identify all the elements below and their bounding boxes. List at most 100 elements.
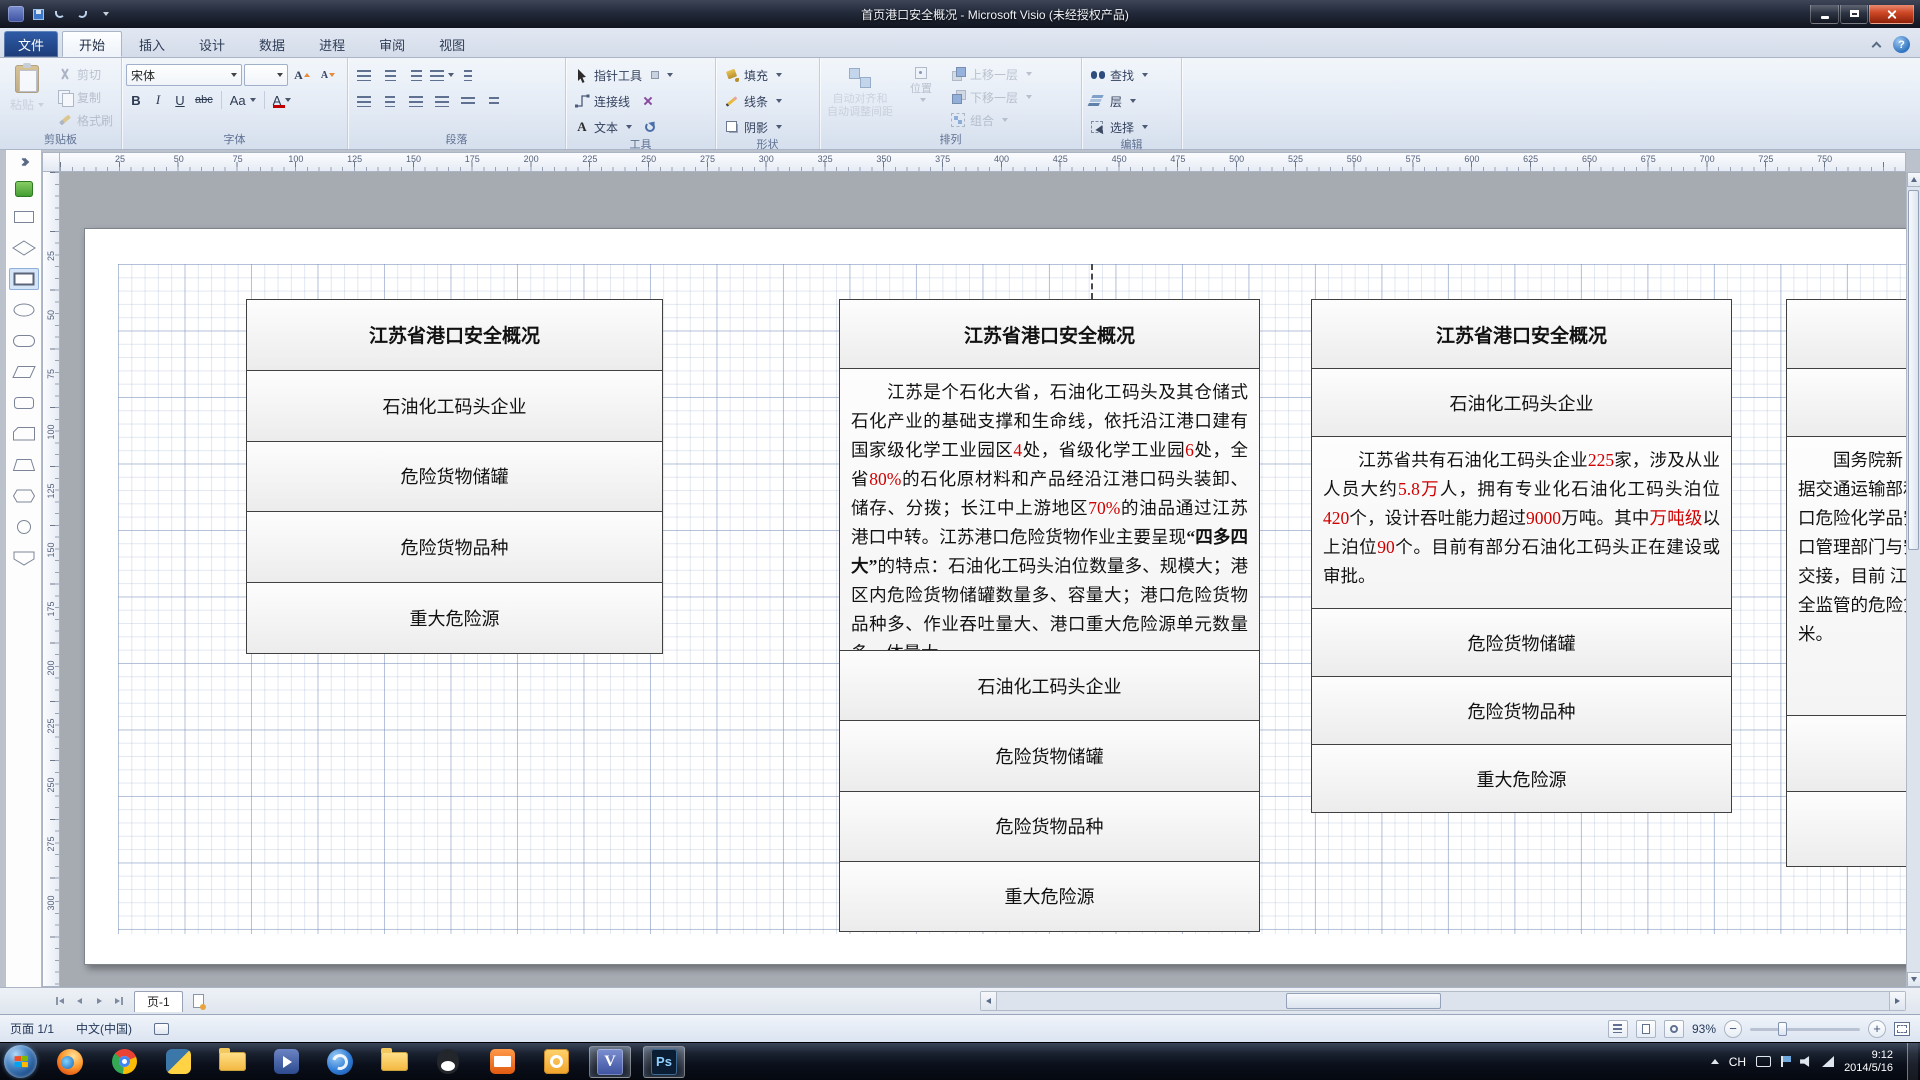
internet-explorer-taskbar-icon[interactable] — [319, 1046, 361, 1078]
stencil-shape-ellipse[interactable] — [9, 299, 39, 321]
rotate-tool-button[interactable] — [638, 116, 662, 138]
undo-button[interactable] — [52, 7, 68, 21]
group-button[interactable]: 组合 — [946, 109, 1036, 131]
drawing-canvas[interactable]: 江苏省港口安全概况 石油化工码头企业 危险货物储罐 危险货物品种 重大危险源 江… — [60, 172, 1906, 987]
action-center-icon[interactable] — [1781, 1056, 1790, 1067]
connection-point-button[interactable] — [636, 90, 660, 112]
italic-button[interactable]: I — [148, 90, 168, 110]
align-right-button[interactable] — [404, 90, 428, 112]
horizontal-scroll-track[interactable] — [997, 992, 1889, 1010]
language-indicator[interactable]: CH — [1729, 1055, 1746, 1069]
tab-data[interactable]: 数据 — [242, 31, 302, 57]
network-icon[interactable] — [1822, 1056, 1834, 1067]
input-method-icon[interactable] — [154, 1023, 169, 1035]
show-hidden-icons-button[interactable] — [1711, 1059, 1719, 1064]
flow-box[interactable]: 危险货物储罐 — [246, 441, 663, 513]
stencil-shape-circle[interactable] — [9, 516, 39, 538]
cut-button[interactable]: 剪切 — [53, 63, 117, 85]
flow-box[interactable]: 危险货物品种 — [246, 511, 663, 583]
view-zoom-button[interactable] — [1664, 1020, 1684, 1038]
help-button[interactable]: ? — [1893, 36, 1910, 53]
last-page-button[interactable] — [110, 992, 128, 1010]
zoom-out-button[interactable]: − — [1724, 1020, 1742, 1038]
slider-thumb[interactable] — [1778, 1022, 1787, 1036]
panel-regulations-partial[interactable]: 国务院新《据交通运输部和口危险化学品安口管理部门与安交接，目前 江苏全监管的危险… — [1786, 299, 1906, 867]
close-button[interactable] — [1869, 5, 1914, 24]
visio-taskbar-icon[interactable]: V — [589, 1046, 631, 1078]
horizontal-scrollbar[interactable] — [980, 991, 1906, 1011]
tab-process[interactable]: 进程 — [302, 31, 362, 57]
panel-terminal-companies[interactable]: 江苏省港口安全概况 石油化工码头企业 江苏省共有石油化工码头企业225家，涉及从… — [1311, 299, 1732, 813]
insert-page-button[interactable] — [189, 991, 209, 1011]
tab-insert[interactable]: 插入 — [122, 31, 182, 57]
mail-app-taskbar-icon[interactable] — [481, 1046, 523, 1078]
flow-box[interactable]: 危险货物品种 — [1311, 676, 1732, 745]
qq-taskbar-icon[interactable] — [427, 1046, 469, 1078]
flow-box[interactable] — [1786, 299, 1906, 369]
align-middle-button[interactable] — [482, 90, 506, 112]
find-button[interactable]: 查找 — [1086, 64, 1177, 86]
flow-box[interactable] — [1786, 715, 1906, 792]
stencil-shape-hexagon[interactable] — [9, 485, 39, 507]
volume-icon[interactable] — [1800, 1056, 1812, 1068]
zoom-slider[interactable] — [1750, 1020, 1860, 1038]
format-painter-button[interactable]: 格式刷 — [53, 109, 117, 131]
font-size-select[interactable] — [244, 64, 288, 86]
indent-decrease-button[interactable] — [378, 64, 402, 86]
flow-box[interactable]: 危险货物储罐 — [1311, 608, 1732, 677]
font-family-select[interactable]: 宋体 — [126, 64, 242, 86]
flow-box[interactable]: 石油化工码头企业 — [1311, 368, 1732, 437]
flow-box[interactable]: 危险货物品种 — [839, 791, 1260, 862]
minimize-button[interactable] — [1810, 5, 1839, 24]
indent-increase-button[interactable] — [404, 64, 428, 86]
stencil-shape-rounded-rectangle[interactable] — [9, 392, 39, 414]
tab-file[interactable]: 文件 — [4, 31, 58, 57]
view-fullpage-button[interactable] — [1636, 1020, 1656, 1038]
auto-align-button[interactable]: 自动对齐和自动调整间距 — [824, 61, 896, 133]
bullets-button[interactable] — [352, 64, 376, 86]
first-page-button[interactable] — [50, 992, 68, 1010]
stencil-shape-trapezoid[interactable] — [9, 454, 39, 476]
horizontal-ruler[interactable]: 2550751001251501752002252502753003253503… — [60, 152, 1906, 172]
align-center-button[interactable] — [378, 90, 402, 112]
clock[interactable]: 9:12 2014/5/16 — [1844, 1049, 1897, 1075]
underline-button[interactable]: U — [170, 90, 190, 110]
text-tool-button[interactable]: A 文本 — [570, 116, 636, 138]
tab-view[interactable]: 视图 — [422, 31, 482, 57]
select-button[interactable]: 选择 — [1086, 116, 1177, 138]
drawing-page[interactable]: 江苏省港口安全概况 石油化工码头企业 危险货物储罐 危险货物品种 重大危险源 江… — [84, 228, 1906, 965]
change-case-button[interactable]: Aa — [227, 90, 259, 110]
scroll-up-button[interactable] — [1907, 172, 1920, 187]
zoom-in-button[interactable]: + — [1868, 1020, 1886, 1038]
paste-button[interactable]: 粘贴 — [4, 61, 50, 133]
stencil-category-icon[interactable] — [15, 181, 33, 197]
explorer-taskbar-icon[interactable] — [211, 1046, 253, 1078]
send-backward-button[interactable]: 下移一层 — [946, 86, 1036, 108]
scroll-left-button[interactable] — [981, 992, 997, 1010]
stencil-shape-shield[interactable] — [9, 547, 39, 569]
horizontal-scroll-thumb[interactable] — [1286, 993, 1441, 1009]
position-button[interactable]: 位置 — [899, 61, 943, 133]
qat-customize-dropdown[interactable] — [96, 7, 112, 21]
vertical-scrollbar[interactable] — [1906, 172, 1920, 987]
tab-home[interactable]: 开始 — [62, 31, 122, 57]
intro-paragraph[interactable]: 江苏是个石化大省，石油化工码头及其仓储式石化产业的基础支撑和生命线，依托沿江港口… — [839, 368, 1260, 651]
flow-box[interactable]: 石油化工码头企业 — [246, 370, 663, 442]
expand-shapes-button[interactable] — [13, 154, 35, 170]
panel-overview-menu[interactable]: 江苏省港口安全概况 石油化工码头企业 危险货物储罐 危险货物品种 重大危险源 — [246, 299, 663, 654]
strikethrough-button[interactable]: abc — [192, 90, 216, 110]
flow-box[interactable]: 江苏省港口安全概况 — [246, 299, 663, 371]
start-button[interactable] — [4, 1045, 37, 1078]
pointer-options-dropdown[interactable] — [648, 64, 672, 86]
tab-design[interactable]: 设计 — [182, 31, 242, 57]
flow-box[interactable]: 江苏省港口安全概况 — [1311, 299, 1732, 369]
copy-button[interactable]: 复制 — [53, 86, 117, 108]
regulations-paragraph[interactable]: 国务院新《据交通运输部和口危险化学品安口管理部门与安交接，目前 江苏全监管的危险… — [1786, 436, 1906, 716]
stencil-shape-bold-rectangle[interactable] — [9, 268, 39, 290]
photoshop-taskbar-icon[interactable]: Ps — [643, 1046, 685, 1078]
firefox-taskbar-icon[interactable] — [49, 1046, 91, 1078]
chrome-taskbar-icon[interactable] — [103, 1046, 145, 1078]
shrink-font-button[interactable]: A — [316, 64, 340, 86]
panel-province-intro[interactable]: 江苏省港口安全概况 江苏是个石化大省，石油化工码头及其仓储式石化产业的基础支撑和… — [839, 299, 1260, 932]
fit-page-to-window-button[interactable] — [1894, 1022, 1910, 1036]
